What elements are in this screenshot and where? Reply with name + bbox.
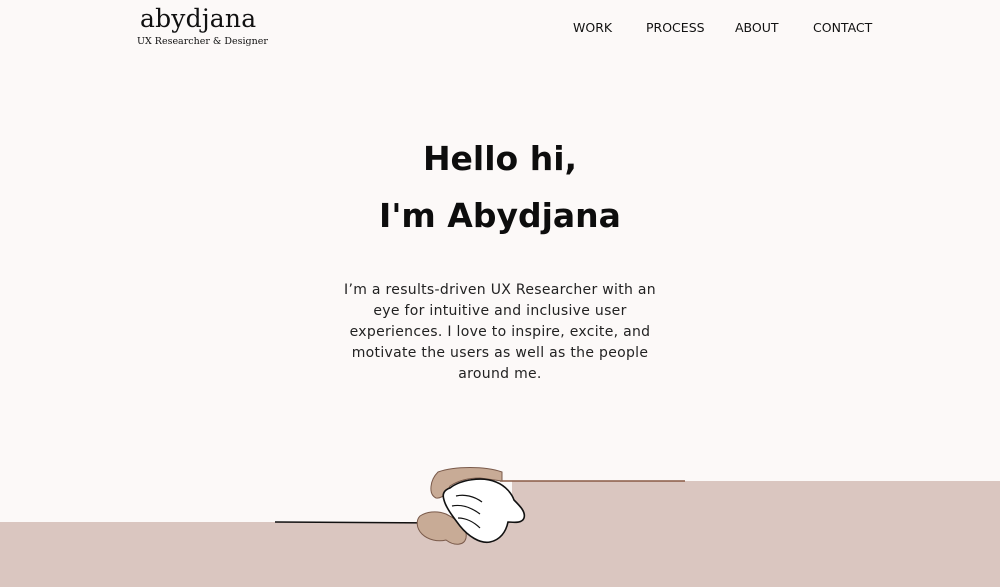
nav-link-contact[interactable]: CONTACT: [813, 19, 872, 37]
hero-title: Hello hi, I'm Abydjana: [0, 130, 1000, 244]
nav-link-process[interactable]: PROCESS: [646, 19, 705, 37]
hero-bio: I’m a results-driven UX Researcher with …: [344, 282, 656, 382]
site-header: abydjana UX Researcher & Designer WORK P…: [0, 0, 1000, 60]
handshake-illustration: [274, 467, 685, 545]
hero-title-line-2: I'm Abydjana: [379, 196, 621, 235]
hero-title-line-1: Hello hi,: [422, 139, 578, 178]
main-nav: WORK PROCESS ABOUT CONTACT: [0, 19, 1000, 39]
nav-link-work[interactable]: WORK: [573, 19, 612, 37]
nav-link-about[interactable]: ABOUT: [735, 19, 779, 37]
